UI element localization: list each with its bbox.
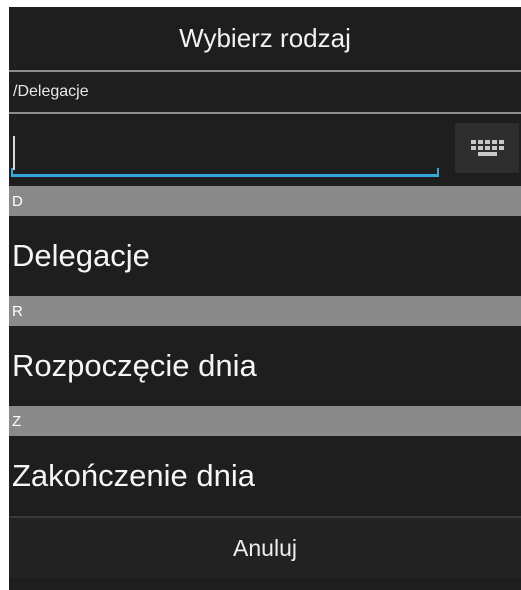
underline-right-hook — [437, 168, 439, 176]
underline-left-hook — [11, 168, 13, 176]
current-path: /Delegacje — [13, 83, 89, 100]
list-item-delegacje[interactable]: Delegacje — [9, 216, 521, 296]
dialog-title: Wybierz rodzaj — [179, 23, 351, 53]
section-header-d: D — [9, 186, 521, 216]
list-item-zakonczenie-dnia[interactable]: Zakończenie dnia — [9, 436, 521, 516]
cancel-button[interactable]: Anuluj — [9, 516, 521, 578]
search-input-underline — [11, 174, 439, 177]
list-item-rozpoczecie-dnia[interactable]: Rozpoczęcie dnia — [9, 326, 521, 406]
keyboard-icon — [470, 140, 504, 156]
section-header-z: Z — [9, 406, 521, 436]
choose-type-dialog: Wybierz rodzaj /Delegacje D Delegacje R … — [9, 7, 521, 590]
keyboard-button[interactable] — [455, 123, 519, 173]
section-header-r: R — [9, 296, 521, 326]
search-input[interactable] — [9, 114, 439, 178]
search-row — [9, 114, 521, 186]
